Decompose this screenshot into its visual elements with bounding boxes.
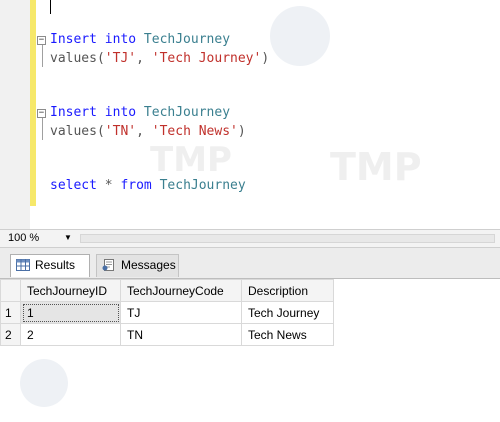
code-token: values(: [50, 124, 105, 139]
code-token: ): [261, 51, 270, 66]
row-number[interactable]: 1: [0, 301, 21, 324]
grid-cell[interactable]: Tech News: [241, 323, 334, 346]
code-token: Insert into: [50, 32, 144, 47]
editor-gutter: [0, 0, 30, 229]
grid-header-row: TechJourneyID TechJourneyCode Descriptio…: [0, 279, 334, 302]
watermark-logo-circle: [270, 6, 330, 66]
grid-cell[interactable]: Tech Journey: [241, 301, 334, 324]
results-tab-strip: Results Messages: [0, 248, 500, 279]
code-line: Insert into TechJourney: [50, 31, 230, 49]
chevron-down-icon[interactable]: ▼: [64, 231, 72, 245]
tab-messages-label: Messages: [121, 258, 176, 272]
tab-results[interactable]: Results: [10, 254, 90, 277]
grid-cell[interactable]: TJ: [120, 301, 242, 324]
collapse-toggle-icon[interactable]: −: [37, 36, 46, 45]
code-token: ): [237, 124, 246, 139]
table-row: 1 1 TJ Tech Journey: [0, 301, 334, 324]
code-token: ,: [136, 124, 152, 139]
code-token: 'TJ': [104, 51, 137, 66]
code-line: select * from TechJourney: [50, 177, 246, 195]
code-line: values('TN', 'Tech News'): [50, 123, 246, 141]
grid-cell[interactable]: 1: [20, 301, 121, 324]
code-token: *: [104, 178, 121, 193]
code-line: values('TJ', 'Tech Journey'): [50, 50, 269, 68]
code-line: Insert into TechJourney: [50, 104, 230, 122]
grid-corner-cell[interactable]: [0, 279, 21, 302]
watermark-logo-circle-bottom: [20, 359, 68, 407]
code-token: TechJourney: [143, 32, 231, 47]
code-token: Insert into: [50, 105, 144, 120]
tab-results-label: Results: [35, 258, 76, 272]
code-token: ,: [136, 51, 152, 66]
text-caret: [50, 0, 51, 14]
code-token: 'Tech Journey': [151, 51, 262, 66]
column-header[interactable]: TechJourneyCode: [120, 279, 242, 302]
results-grid-area: TechJourneyID TechJourneyCode Descriptio…: [0, 279, 500, 422]
outline-line: [42, 118, 43, 140]
grid-cell[interactable]: TN: [120, 323, 242, 346]
collapse-toggle-icon[interactable]: −: [37, 109, 46, 118]
column-header[interactable]: Description: [241, 279, 334, 302]
code-token: 'Tech News': [151, 124, 238, 139]
grid-icon: [16, 259, 30, 271]
code-token: select: [50, 178, 105, 193]
code-token: TechJourney: [159, 178, 246, 193]
grid-cell[interactable]: 2: [20, 323, 121, 346]
change-tracking-bar: [30, 0, 36, 206]
column-header[interactable]: TechJourneyID: [20, 279, 121, 302]
code-token: TechJourney: [143, 105, 231, 120]
messages-icon: [102, 259, 114, 271]
code-token: values(: [50, 51, 105, 66]
table-row: 2 2 TN Tech News: [0, 323, 334, 346]
results-grid: TechJourneyID TechJourneyCode Descriptio…: [0, 279, 334, 346]
tab-messages[interactable]: Messages: [96, 254, 179, 277]
code-token: from: [120, 178, 160, 193]
code-token: 'TN': [104, 124, 137, 139]
outline-line: [42, 45, 43, 67]
query-editor[interactable]: TMP TMP − Insert into TechJourney values…: [0, 0, 500, 229]
horizontal-scrollbar[interactable]: [80, 234, 495, 243]
row-number[interactable]: 2: [0, 323, 21, 346]
watermark-logo-text-right: TMP: [330, 145, 422, 189]
zoom-bar: 100 % ▼: [0, 229, 500, 248]
watermark-logo-text: TMP: [150, 140, 232, 180]
